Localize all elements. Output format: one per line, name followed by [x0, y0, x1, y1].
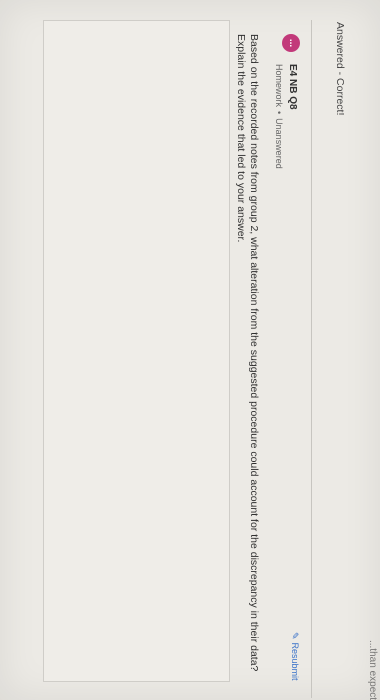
section-divider — [311, 20, 312, 698]
photo-stage: ...than expected. Answered - Correct! ..… — [0, 0, 380, 700]
question-state: Unanswered — [274, 118, 284, 169]
meta-separator: • — [274, 111, 284, 115]
previous-answer-tail: ...than expected. — [367, 640, 378, 700]
resubmit-button[interactable]: ✎ Resubmit — [289, 632, 300, 681]
previous-status-label: Answered - Correct! — [334, 22, 346, 116]
question-title: E4 NB Q8 — [287, 64, 298, 110]
avatar: ... — [282, 34, 300, 52]
rotated-page: ...than expected. Answered - Correct! ..… — [0, 0, 380, 700]
homework-card: ...than expected. Answered - Correct! ..… — [0, 0, 380, 700]
answer-textarea[interactable] — [43, 20, 230, 682]
pencil-icon: ✎ — [290, 632, 300, 640]
question-text: Based on the recorded notes from group 2… — [235, 34, 260, 672]
previous-status: Answered - Correct! — [334, 22, 346, 115]
question-type: Homework — [274, 64, 284, 108]
question-meta: Homework • Unanswered — [274, 64, 284, 169]
resubmit-label: Resubmit — [290, 642, 300, 681]
